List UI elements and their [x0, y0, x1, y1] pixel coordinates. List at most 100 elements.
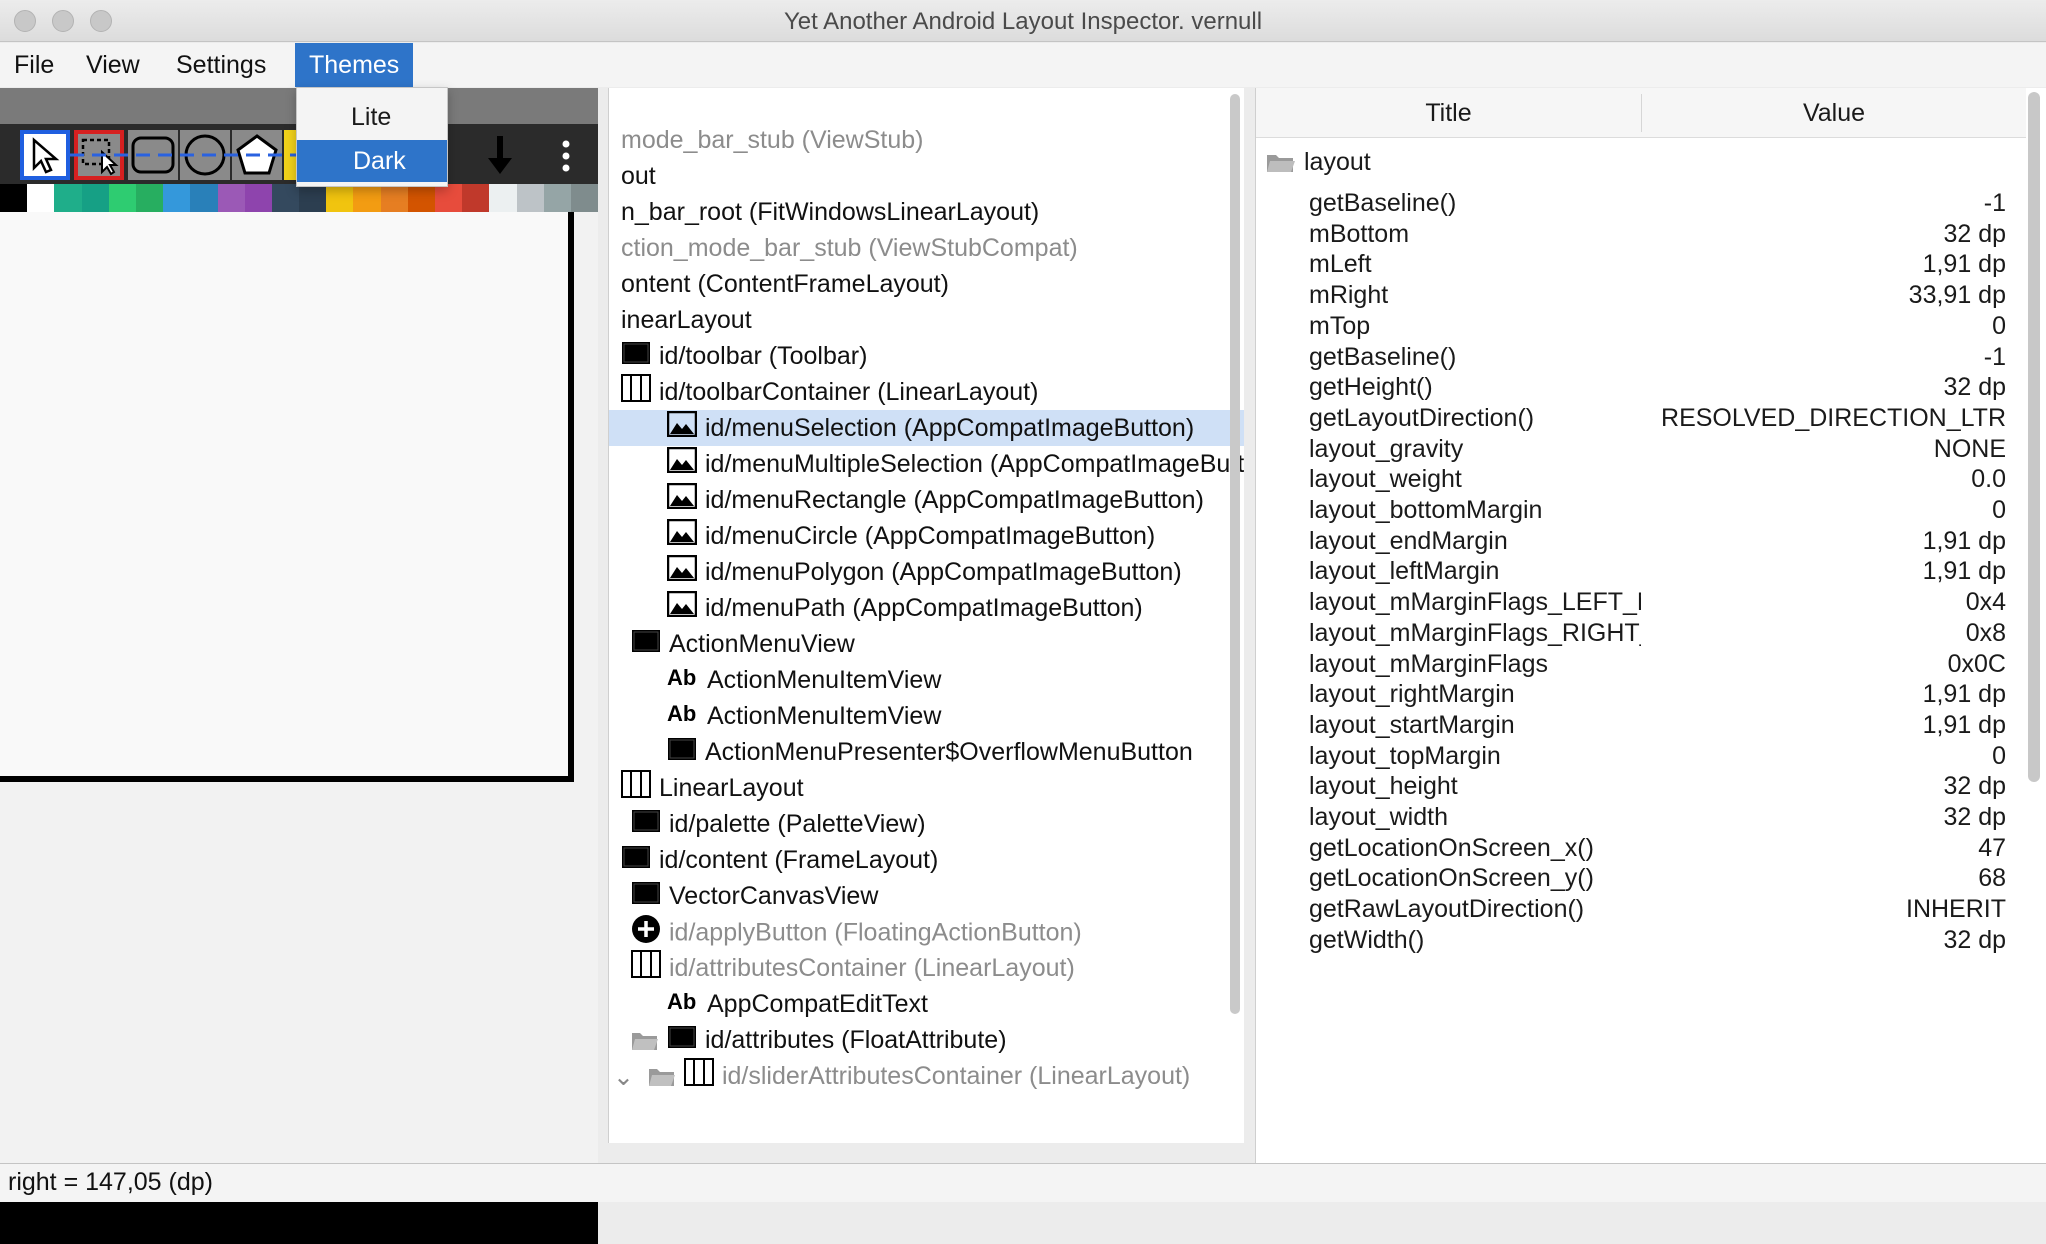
tree-row-label: id/attributes (FloatAttribute) — [705, 1026, 1007, 1054]
tree-row[interactable]: id/palette (PaletteView) — [609, 806, 1244, 842]
tree-row-label: ActionMenuItemView — [707, 702, 942, 730]
folder-open-icon — [648, 1069, 675, 1087]
tree-row[interactable]: id/menuMultipleSelection (AppCompatImage… — [609, 446, 1244, 482]
palette-swatch[interactable] — [81, 184, 109, 212]
tree-row-label: mode_bar_stub (ViewStub) — [621, 126, 924, 154]
theme-lite-item[interactable]: Lite — [297, 96, 447, 138]
tree-row-label: id/toolbar (Toolbar) — [659, 342, 868, 370]
palette-swatch[interactable] — [407, 184, 435, 212]
tree-row-selected[interactable]: id/menuSelection (AppCompatImageButton) — [609, 410, 1244, 446]
status-bar: right = 147,05 (dp) — [0, 1163, 2046, 1202]
palette-swatch[interactable] — [570, 184, 599, 212]
tree-row[interactable]: id/applyButton (FloatingActionButton) — [609, 914, 1244, 950]
tree-row[interactable]: ActionMenuPresenter$OverflowMenuButton — [609, 734, 1244, 770]
title-bar: Yet Another Android Layout Inspector. ve… — [0, 0, 2046, 42]
tree-row-label: id/sliderAttributesContainer (LinearLayo… — [721, 1062, 1191, 1090]
tree-row[interactable]: ActionMenuView — [609, 626, 1244, 662]
linear-layout-icon — [621, 770, 651, 808]
tree-row[interactable]: VectorCanvasView — [609, 878, 1244, 914]
property-row[interactable]: getWidth() 32 dp — [1256, 920, 2026, 960]
palette-swatch[interactable] — [326, 184, 354, 212]
view-hierarchy-tree[interactable]: mode_bar_stub (ViewStub) out n_bar_root (F… — [608, 88, 1244, 1143]
tree-row-label: LinearLayout — [659, 774, 804, 802]
tree-row[interactable]: n_bar_root (FitWindowsLinearLayout) — [609, 194, 1244, 230]
image-icon — [666, 519, 698, 555]
menu-view[interactable]: View — [72, 43, 154, 87]
palette-swatch[interactable] — [108, 184, 136, 212]
tree-row[interactable]: id/menuCircle (AppCompatImageButton) — [609, 518, 1244, 554]
palette-swatch[interactable] — [135, 184, 164, 212]
palette-swatch[interactable] — [353, 184, 381, 212]
tree-vertical-scrollbar[interactable] — [1230, 94, 1240, 1014]
tree-row[interactable]: id/menuPolygon (AppCompatImageButton) — [609, 554, 1244, 590]
tree-row[interactable]: out — [609, 158, 1244, 194]
tree-row[interactable]: id/attributes (FloatAttribute) — [609, 1022, 1244, 1058]
tree-row[interactable]: id/menuPath (AppCompatImageButton) — [609, 590, 1244, 626]
property-name: getWidth() — [1309, 925, 1425, 954]
tree-row[interactable]: Ab AppCompatEditText — [609, 986, 1244, 1022]
tree-row[interactable]: Ab ActionMenuItemView — [609, 698, 1244, 734]
palette-swatch[interactable] — [299, 184, 327, 212]
arrow-down-icon — [488, 136, 512, 174]
tree-row[interactable]: LinearLayout — [609, 770, 1244, 806]
palette-swatch[interactable] — [380, 184, 408, 212]
tree-row[interactable]: mode_bar_stub (ViewStub) — [609, 122, 1244, 158]
selection-tool-button[interactable] — [20, 130, 70, 180]
color-palette-strip[interactable] — [0, 184, 599, 212]
tree-row[interactable]: id/toolbar (Toolbar) — [609, 338, 1244, 374]
view-icon — [667, 1023, 697, 1059]
tree-row-label: id/palette (PaletteView) — [669, 810, 926, 838]
value-column-header[interactable]: Value — [1642, 88, 2026, 138]
image-icon — [666, 555, 698, 591]
tree-row-label: id/menuMultipleSelection (AppCompatImage… — [705, 450, 1244, 478]
tree-row[interactable]: ction_mode_bar_stub (ViewStubCompat) — [609, 230, 1244, 266]
palette-swatch[interactable] — [244, 184, 272, 212]
chevron-down-icon[interactable]: ⌄ — [613, 1059, 634, 1095]
overflow-menu-button[interactable] — [552, 134, 580, 178]
tree-row[interactable]: id/menuRectangle (AppCompatImageButton) — [609, 482, 1244, 518]
tree-row-label: id/menuCircle (AppCompatImageButton) — [705, 522, 1156, 550]
palette-swatch[interactable] — [163, 184, 191, 212]
tree-row-label: id/menuSelection (AppCompatImageButton) — [705, 414, 1195, 442]
tree-row-label: id/toolbarContainer (LinearLayout) — [659, 378, 1039, 406]
palette-swatch[interactable] — [489, 184, 517, 212]
apply-download-button[interactable] — [470, 134, 530, 178]
tree-row[interactable]: Ab ActionMenuItemView — [609, 662, 1244, 698]
linear-layout-icon — [621, 374, 651, 412]
palette-swatch[interactable] — [54, 184, 82, 212]
properties-vertical-scrollbar[interactable] — [2028, 92, 2040, 782]
group-row-layout[interactable]: layout — [1256, 142, 2026, 182]
palette-swatch[interactable] — [190, 184, 218, 212]
themes-dropdown-menu: Lite Dark — [296, 87, 448, 187]
palette-swatch[interactable] — [217, 184, 245, 212]
tree-row[interactable]: id/content (FrameLayout) — [609, 842, 1244, 878]
menu-file[interactable]: File — [0, 43, 68, 87]
menu-themes[interactable]: Themes — [295, 43, 414, 87]
palette-swatch[interactable] — [0, 184, 28, 212]
palette-swatch[interactable] — [462, 184, 490, 212]
tree-row[interactable]: id/attributesContainer (LinearLayout) — [609, 950, 1244, 986]
properties-table: Title Value layout getBaseline() -1 mBotto… — [1255, 88, 2046, 1164]
cursor-icon — [32, 137, 60, 174]
palette-swatch[interactable] — [27, 184, 55, 212]
palette-swatch[interactable] — [435, 184, 463, 212]
theme-dark-item[interactable]: Dark — [297, 140, 447, 182]
canvas-area[interactable] — [0, 212, 598, 1244]
folder-open-icon — [632, 1033, 658, 1051]
tree-row[interactable]: ontent (ContentFrameLayout) — [609, 266, 1244, 302]
tree-row-label: out — [621, 162, 656, 190]
group-label: layout — [1304, 148, 1371, 176]
view-icon — [667, 735, 697, 771]
tree-row-label: id/applyButton (FloatingActionButton) — [669, 918, 1082, 947]
tree-row[interactable]: inearLayout — [609, 302, 1244, 338]
tree-row-label: id/menuRectangle (AppCompatImageButton) — [705, 486, 1204, 514]
title-column-header[interactable]: Title — [1256, 88, 1641, 138]
menu-settings[interactable]: Settings — [162, 43, 280, 87]
vector-canvas[interactable] — [0, 212, 574, 782]
palette-swatch[interactable] — [271, 184, 300, 212]
tree-row[interactable]: ⌄ id/sliderAttributesContainer (LinearLay… — [609, 1058, 1244, 1094]
palette-swatch[interactable] — [543, 184, 571, 212]
tree-row[interactable]: id/toolbarContainer (LinearLayout) — [609, 374, 1244, 410]
view-icon — [631, 879, 661, 915]
palette-swatch[interactable] — [516, 184, 544, 212]
